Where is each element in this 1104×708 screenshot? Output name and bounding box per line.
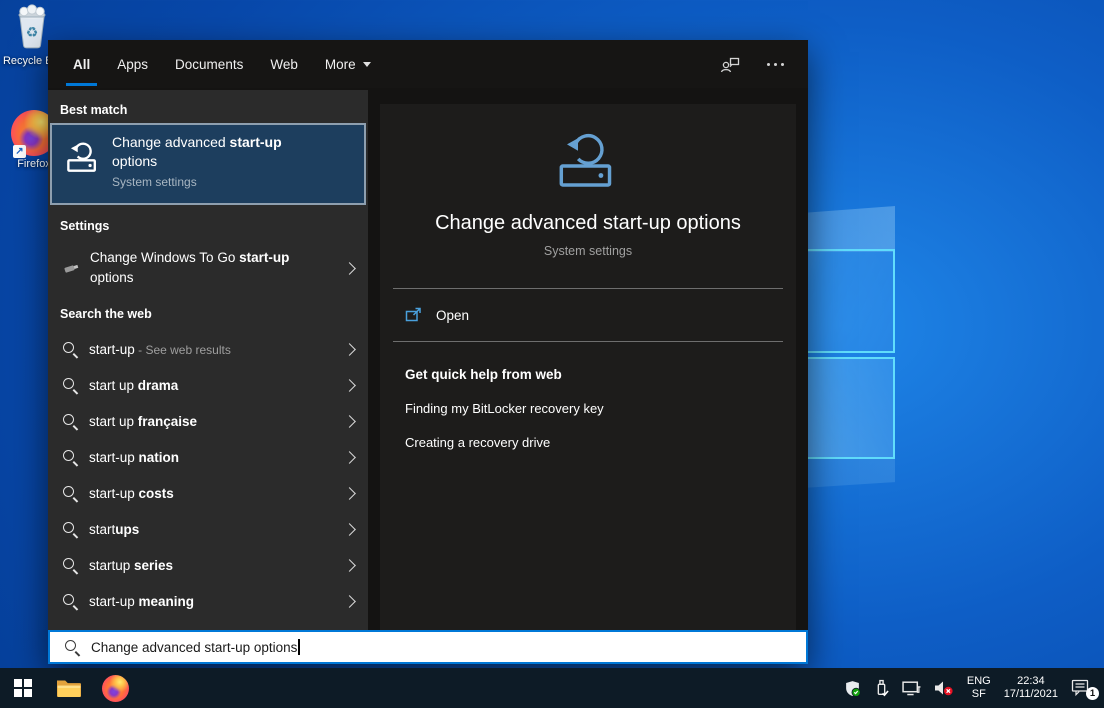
text-caret (298, 639, 300, 655)
security-shield-icon[interactable] (844, 680, 861, 697)
settings-result[interactable]: Change Windows To Go start-up options (48, 239, 368, 297)
preview-title: Change advanced start-up options (435, 212, 741, 235)
network-icon[interactable] (902, 680, 921, 696)
search-icon (62, 521, 79, 538)
search-icon (62, 485, 79, 502)
advanced-startup-icon (66, 140, 100, 174)
open-external-icon (405, 307, 422, 323)
taskbar-firefox[interactable] (92, 668, 138, 708)
section-header-search-web: Search the web (48, 297, 368, 331)
recycle-bin-icon: ♻ (13, 4, 51, 50)
chevron-down-icon (363, 62, 371, 67)
tab-documents[interactable]: Documents (175, 40, 243, 88)
ellipsis-icon[interactable] (767, 63, 784, 66)
search-icon (62, 449, 79, 466)
help-link[interactable]: Finding my BitLocker recovery key (405, 401, 771, 416)
chevron-right-icon[interactable] (343, 379, 356, 392)
web-suggestion[interactable]: startup series (48, 547, 368, 583)
search-filter-tabs: All Apps Documents Web More (48, 40, 808, 88)
time: 22:34 (1004, 675, 1058, 688)
firefox-icon (102, 675, 129, 702)
system-tray: ENG SF 22:34 17/11/2021 1 (844, 675, 1104, 701)
search-query-text: Change advanced start-up options (91, 640, 297, 655)
search-input[interactable]: Change advanced start-up options (48, 630, 808, 664)
result-title: Change advanced start-up options (112, 133, 312, 171)
notification-badge: 1 (1086, 687, 1099, 700)
chevron-right-icon[interactable] (343, 451, 356, 464)
date: 17/11/2021 (1004, 688, 1058, 701)
clock[interactable]: 22:34 17/11/2021 (1004, 675, 1058, 701)
search-results-column: Best match Change advanced start-up opti… (48, 90, 368, 630)
tab-all[interactable]: All (73, 40, 90, 88)
search-icon (62, 557, 79, 574)
desktop: ♻ Recycle Bin ↗ Firefox All Apps Documen… (0, 0, 1104, 708)
tab-apps[interactable]: Apps (117, 40, 148, 88)
chevron-right-icon[interactable] (343, 595, 356, 608)
volume-muted-icon[interactable] (934, 680, 954, 696)
chevron-right-icon[interactable] (343, 487, 356, 500)
taskbar-file-explorer[interactable] (46, 668, 92, 708)
section-header-best-match: Best match (48, 90, 368, 123)
search-icon (62, 377, 79, 394)
search-icon (62, 593, 79, 610)
language-indicator[interactable]: ENG SF (967, 675, 991, 701)
help-link[interactable]: Creating a recovery drive (405, 435, 771, 450)
windows-logo-icon (14, 679, 32, 697)
tab-more[interactable]: More (325, 40, 371, 88)
file-explorer-icon (56, 678, 82, 698)
web-suggestion[interactable]: startups (48, 511, 368, 547)
taskbar: ENG SF 22:34 17/11/2021 1 (0, 668, 1104, 708)
best-match-result[interactable]: Change advanced start-up options System … (50, 123, 366, 205)
account-feedback-icon[interactable] (719, 55, 741, 73)
shortcut-arrow-badge: ↗ (13, 145, 26, 158)
preview-panel: Change advanced start-up options System … (380, 104, 796, 630)
svg-text:♻: ♻ (26, 24, 39, 40)
web-suggestion[interactable]: start-up meaning (48, 583, 368, 619)
chevron-right-icon[interactable] (343, 559, 356, 572)
usb-eject-icon[interactable] (874, 679, 889, 697)
chevron-right-icon[interactable] (343, 523, 356, 536)
windows-to-go-icon (62, 260, 80, 276)
search-icon (64, 639, 81, 656)
chevron-right-icon[interactable] (343, 262, 356, 275)
web-suggestion[interactable]: start-up - See web results (48, 331, 368, 367)
chevron-right-icon[interactable] (343, 415, 356, 428)
result-title: Change Windows To Go start-up options (90, 248, 318, 288)
chevron-right-icon[interactable] (343, 343, 356, 356)
action-center-icon[interactable]: 1 (1071, 679, 1092, 697)
web-suggestion[interactable]: start-up costs (48, 475, 368, 511)
tab-web[interactable]: Web (270, 40, 298, 88)
web-suggestion[interactable]: start-up nation (48, 439, 368, 475)
search-flyout: All Apps Documents Web More Best match (48, 40, 808, 664)
section-header-settings: Settings (48, 205, 368, 239)
start-button[interactable] (0, 668, 46, 708)
search-icon (62, 341, 79, 358)
web-suggestion[interactable]: start up française (48, 403, 368, 439)
result-subtitle: System settings (112, 175, 312, 189)
open-label: Open (436, 308, 469, 323)
open-action[interactable]: Open (380, 289, 796, 341)
preview-subtitle: System settings (544, 244, 632, 258)
advanced-startup-icon (557, 129, 619, 191)
help-section-header: Get quick help from web (405, 367, 771, 382)
web-suggestion[interactable]: start up drama (48, 367, 368, 403)
search-icon (62, 413, 79, 430)
